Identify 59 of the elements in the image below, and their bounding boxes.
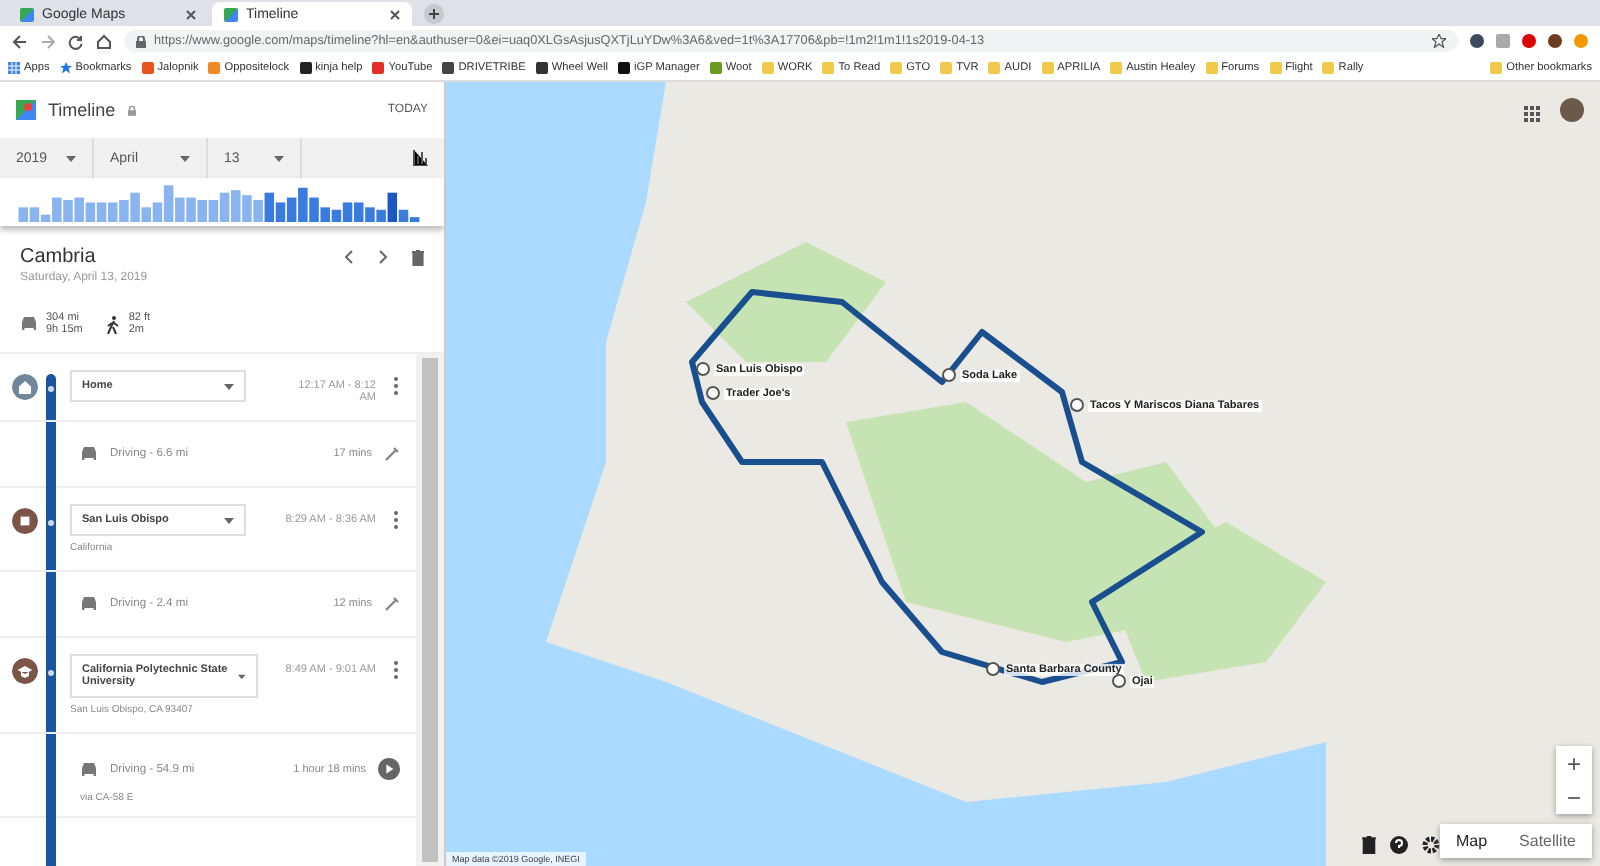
lock-icon [127,105,136,115]
caret-icon [224,383,234,389]
trash-icon[interactable] [412,249,424,265]
folder-icon [890,62,903,74]
school-icon [12,658,38,684]
apps-icon [8,62,20,74]
folder-icon [1110,62,1123,74]
more-icon[interactable] [392,660,400,680]
zoom-in-button[interactable]: + [1556,746,1592,780]
caret-icon [224,517,234,523]
home-icon[interactable] [96,33,112,49]
folder-icon [761,62,774,74]
folder-icon [1041,62,1054,74]
folder-icon [822,62,835,74]
zoom-out-button[interactable]: − [1556,780,1592,814]
more-icon[interactable] [392,376,400,396]
map-type-button[interactable]: Map [1439,824,1504,858]
trash-icon[interactable] [1362,836,1376,854]
folder-icon [940,62,953,74]
map-pin[interactable] [1112,674,1126,688]
caret-icon [180,155,190,161]
maps-logo-icon [16,100,36,120]
apps-grid-icon[interactable] [1524,106,1540,122]
edit-icon[interactable] [384,596,400,612]
car-icon [80,761,98,777]
caret-icon [66,155,76,161]
home-icon [12,374,38,400]
reload-icon[interactable] [68,33,84,49]
city-icon [12,508,38,534]
map-type-button[interactable]: Satellite [1503,824,1592,858]
caret-icon [238,673,246,679]
star-icon [59,62,72,74]
car-icon [80,446,98,462]
bar-chart-icon[interactable] [412,150,428,166]
folder-icon [1269,62,1282,74]
folder-icon [1205,62,1218,74]
close-icon[interactable] [390,9,400,19]
day-location: Cambria [20,246,96,268]
app-title: Timeline [48,100,116,120]
edit-icon[interactable] [384,446,400,462]
folder-icon [988,62,1001,74]
close-icon[interactable] [186,9,196,19]
star-icon[interactable] [1432,34,1446,48]
new-tab-icon[interactable] [424,4,444,24]
scrollbar-thumb[interactable] [422,358,438,862]
back-icon[interactable] [12,33,28,49]
play-icon[interactable] [378,758,400,780]
car-icon [80,596,98,612]
car-icon [20,316,38,332]
walking-icon [106,315,121,333]
help-icon[interactable] [1390,836,1408,854]
next-icon[interactable] [378,250,388,264]
previous-icon[interactable] [344,250,354,264]
folder-icon [1322,62,1335,74]
folder-icon [1490,62,1503,74]
caret-icon [274,155,284,161]
more-icon[interactable] [392,510,400,530]
lock-icon [136,35,146,47]
settings-icon[interactable] [1422,836,1440,854]
